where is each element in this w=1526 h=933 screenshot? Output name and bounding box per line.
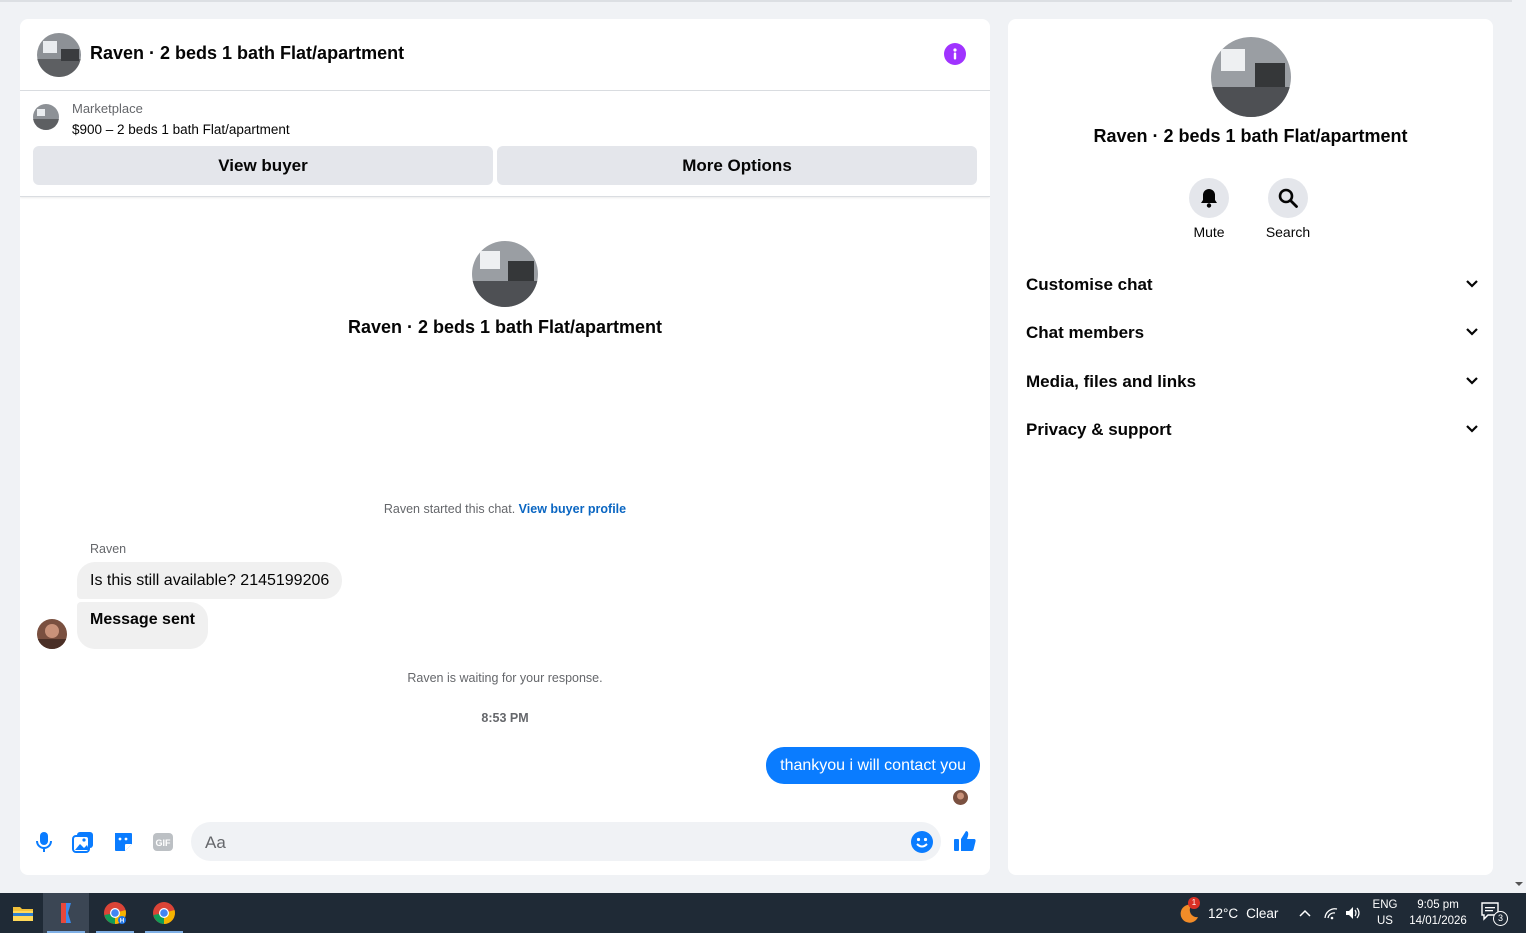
weather-condition: Clear	[1246, 905, 1279, 921]
chevron-down-icon	[1466, 328, 1478, 336]
waiting-note: Raven is waiting for your response.	[407, 671, 603, 685]
svg-text:GIF: GIF	[156, 838, 172, 848]
message-input-wrapper	[191, 822, 941, 863]
sender-avatar[interactable]	[37, 619, 67, 649]
bell-icon	[1189, 178, 1229, 218]
gif-icon[interactable]: GIF	[150, 829, 176, 855]
window-top-border	[0, 0, 1512, 2]
weather-temp: 12°C	[1208, 905, 1239, 921]
message-timestamp: 8:53 PM	[481, 711, 529, 725]
sender-name: Raven	[90, 542, 127, 556]
seen-receipt-avatar	[953, 790, 968, 805]
section-label: Privacy & support	[1026, 420, 1172, 439]
listing-thumbnail[interactable]	[33, 104, 59, 130]
chevron-up-icon[interactable]	[1298, 893, 1312, 933]
emoji-icon[interactable]	[910, 830, 934, 854]
language-indicator[interactable]: ENG US	[1368, 897, 1402, 929]
media-files-links-section[interactable]: Media, files and links	[1018, 362, 1483, 402]
windows-taskbar: H 1 12°C Clear ENG US 9:05 pm 14/01/2026…	[0, 893, 1526, 933]
microphone-icon[interactable]	[31, 829, 57, 855]
search-button[interactable]: Search	[1253, 178, 1323, 240]
thumbs-up-icon[interactable]	[952, 828, 978, 854]
chevron-down-icon	[1466, 425, 1478, 433]
info-title: Raven · 2 beds 1 bath Flat/apartment	[1093, 126, 1408, 146]
chevron-down-icon	[1466, 280, 1478, 288]
section-label: Chat members	[1026, 323, 1145, 342]
conversation-info-panel: Raven · 2 beds 1 bath Flat/apartment Mut…	[1008, 19, 1493, 875]
taskbar-app-icon[interactable]	[43, 893, 89, 933]
network-icon[interactable]	[1323, 893, 1339, 933]
outgoing-message[interactable]: thankyou i will contact you	[766, 747, 980, 784]
more-options-button[interactable]: More Options	[497, 146, 977, 185]
chat-started-note: Raven started this chat. View buyer prof…	[20, 502, 990, 516]
intro-avatar	[472, 241, 538, 307]
view-buyer-button[interactable]: View buyer	[33, 146, 493, 185]
scroll-down-arrow-icon[interactable]	[1513, 879, 1525, 889]
weather-widget[interactable]: 1 12°C Clear	[1176, 893, 1278, 933]
listing-card: Marketplace $900 – 2 beds 1 bath Flat/ap…	[20, 91, 990, 197]
mute-button[interactable]: Mute	[1174, 178, 1244, 240]
region-code: US	[1377, 915, 1393, 927]
incoming-message[interactable]: Message sent	[77, 602, 208, 649]
notification-count: 3	[1493, 911, 1508, 926]
info-avatar[interactable]	[1211, 37, 1291, 117]
info-icon[interactable]	[944, 43, 966, 65]
notification-center-icon[interactable]: 3	[1480, 901, 1508, 926]
chat-title: Raven · 2 beds 1 bath Flat/apartment	[90, 43, 405, 63]
privacy-support-section[interactable]: Privacy & support	[1018, 410, 1483, 450]
weather-moon-icon: 1	[1176, 897, 1200, 925]
listing-source: Marketplace	[72, 101, 143, 116]
language-code: ENG	[1372, 899, 1398, 911]
view-buyer-profile-link[interactable]: View buyer profile	[519, 502, 626, 516]
listing-title[interactable]: $900 – 2 beds 1 bath Flat/apartment	[72, 122, 290, 137]
svg-text:H: H	[120, 919, 124, 925]
chrome-icon[interactable]	[141, 893, 187, 933]
photo-icon[interactable]	[70, 829, 96, 855]
weather-badge: 1	[1188, 897, 1200, 909]
volume-icon[interactable]	[1345, 893, 1361, 933]
intro-title: Raven · 2 beds 1 bath Flat/apartment	[347, 317, 663, 337]
message-input[interactable]	[191, 822, 897, 863]
search-label: Search	[1265, 224, 1311, 240]
chat-header: Raven · 2 beds 1 bath Flat/apartment	[20, 19, 990, 91]
chat-panel: Raven · 2 beds 1 bath Flat/apartment Mar…	[20, 19, 990, 875]
section-label: Customise chat	[1026, 275, 1153, 294]
sticker-icon[interactable]	[110, 829, 136, 855]
chevron-down-icon	[1466, 377, 1478, 385]
mute-label: Mute	[1193, 224, 1225, 240]
chat-avatar[interactable]	[37, 33, 81, 77]
file-explorer-icon[interactable]	[0, 893, 46, 933]
chat-started-text: Raven started this chat.	[383, 502, 516, 516]
system-clock[interactable]: 9:05 pm 14/01/2026	[1404, 897, 1472, 929]
section-label: Media, files and links	[1026, 372, 1197, 391]
clock-time: 9:05 pm	[1417, 899, 1459, 911]
clock-date: 14/01/2026	[1409, 915, 1467, 927]
customise-chat-section[interactable]: Customise chat	[1018, 265, 1483, 305]
chat-members-section[interactable]: Chat members	[1018, 313, 1483, 353]
chrome-icon[interactable]: H	[92, 893, 138, 933]
incoming-message[interactable]: Is this still available? 2145199206	[77, 562, 343, 599]
search-icon	[1268, 178, 1308, 218]
